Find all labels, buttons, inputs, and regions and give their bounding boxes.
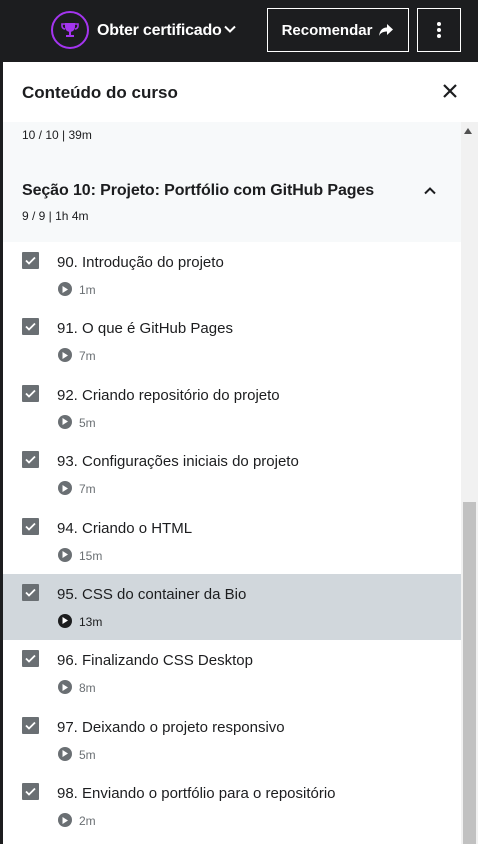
- lecture-duration: 2m: [79, 814, 96, 829]
- lecture-duration: 7m: [79, 349, 96, 364]
- chevron-up-icon[interactable]: [423, 184, 437, 198]
- lecture-item[interactable]: 93. Configurações iniciais do projeto 7m: [3, 441, 461, 508]
- play-circle-icon: [58, 680, 72, 695]
- lecture-title: 92. Criando repositório do projeto: [57, 386, 280, 404]
- trophy-icon[interactable]: [51, 11, 89, 49]
- lecture-duration: 13m: [79, 614, 103, 629]
- lecture-item[interactable]: 94. Criando o HTML 15m: [3, 507, 461, 574]
- section-title: Seção 10: Projeto: Portfólio com GitHub …: [22, 182, 375, 199]
- play-circle-icon: [58, 813, 72, 828]
- checkbox-checked-icon[interactable]: [22, 583, 39, 601]
- lecture-duration: 1m: [79, 283, 96, 297]
- checkbox-checked-icon[interactable]: [22, 517, 39, 535]
- checkbox-checked-icon[interactable]: [22, 650, 39, 668]
- play-circle-icon: [58, 547, 72, 562]
- course-content-panel: Conteúdo do curso 10 / 10 | 39m Seção 10…: [3, 62, 478, 844]
- checkbox-checked-icon[interactable]: [22, 384, 39, 402]
- scroll-up-arrow-icon[interactable]: [464, 128, 472, 134]
- lecture-item[interactable]: 96. Finalizando CSS Desktop 8m: [3, 640, 461, 707]
- checkbox-checked-icon[interactable]: [22, 451, 39, 469]
- lecture-title: 94. Criando o HTML: [57, 519, 193, 537]
- play-circle-icon: [58, 613, 72, 628]
- checkbox-checked-icon[interactable]: [22, 318, 39, 336]
- chevron-down-icon[interactable]: [223, 22, 237, 36]
- more-options-button[interactable]: [417, 8, 461, 52]
- recommend-button[interactable]: Recomendar: [267, 8, 409, 52]
- lecture-list: 90. Introdução do projeto 1m 91. O que é G…: [3, 242, 461, 840]
- lecture-title: 98. Enviando o portfólio para o repositó…: [57, 785, 336, 803]
- lecture-duration: 8m: [79, 681, 96, 696]
- checkbox-checked-icon[interactable]: [22, 783, 39, 801]
- play-circle-icon: [58, 481, 72, 496]
- section-header[interactable]: Seção 10: Projeto: Portfólio com GitHub …: [3, 163, 461, 242]
- lecture-duration: 15m: [79, 548, 103, 563]
- lecture-title: 95. CSS do container da Bio: [57, 585, 247, 603]
- play-circle-icon: [58, 414, 72, 429]
- lecture-duration: 5m: [79, 747, 96, 762]
- lecture-item[interactable]: 97. Deixando o projeto responsivo 5m: [3, 706, 461, 774]
- checkbox-checked-icon[interactable]: [22, 252, 39, 269]
- previous-section-meta: 10 / 10 | 39m: [22, 128, 92, 142]
- play-circle-icon: [58, 746, 72, 761]
- scrollbar-thumb[interactable]: [463, 502, 476, 844]
- play-circle-icon: [58, 348, 72, 363]
- lecture-title: 96. Finalizando CSS Desktop: [57, 652, 253, 670]
- lecture-item[interactable]: 90. Introdução do projeto 1m: [3, 242, 461, 309]
- panel-title: Conteúdo do curso: [22, 83, 178, 102]
- lecture-title: 93. Configurações iniciais do projeto: [57, 453, 299, 471]
- lecture-title: 90. Introdução do projeto: [57, 254, 224, 271]
- lecture-title: 91. O que é GitHub Pages: [57, 320, 233, 338]
- checkbox-checked-icon[interactable]: [22, 716, 39, 734]
- panel-header: Conteúdo do curso: [3, 62, 478, 122]
- play-circle-icon: [58, 282, 72, 296]
- lecture-item[interactable]: 92. Criando repositório do projeto 5m: [3, 374, 461, 442]
- lecture-duration: 5m: [79, 415, 96, 430]
- lecture-item[interactable]: 98. Enviando o portfólio para o repositó…: [3, 773, 461, 840]
- close-icon[interactable]: [440, 81, 460, 101]
- scrollbar[interactable]: [461, 122, 478, 844]
- lecture-duration: 7m: [79, 482, 96, 497]
- share-arrow-icon: [379, 24, 394, 36]
- lecture-title: 97. Deixando o projeto responsivo: [57, 718, 285, 736]
- more-vertical-icon: [437, 22, 441, 38]
- recommend-label: Recomendar: [281, 21, 373, 39]
- get-certificate-label[interactable]: Obter certificado: [97, 21, 222, 41]
- course-topbar: Obter certificado Recomendar: [0, 0, 478, 62]
- lecture-item[interactable]: 91. O que é GitHub Pages 7m: [3, 308, 461, 375]
- lecture-item[interactable]: 95. CSS do container da Bio 13m: [3, 573, 461, 641]
- section-meta: 9 / 9 | 1h 4m: [22, 209, 89, 223]
